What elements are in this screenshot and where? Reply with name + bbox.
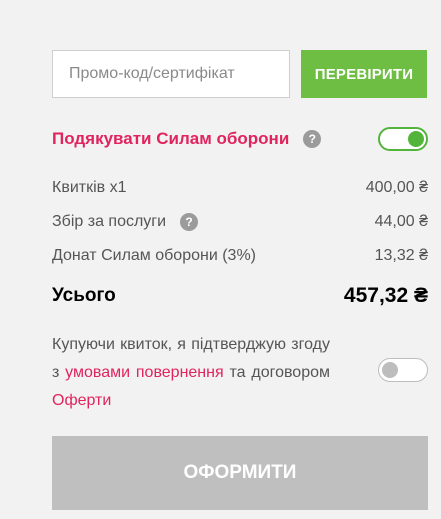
agreement-text: Купуючи квиток, я підтверджую згоду з ум… [52,331,330,415]
checkout-panel: ПЕРЕВІРИТИ Подякувати Силам оборони ? Кв… [0,0,441,519]
total-label: Усього [52,285,116,306]
toggle-knob [408,131,424,147]
help-icon[interactable]: ? [180,213,199,231]
donate-toggle[interactable] [378,127,428,151]
service-fee-amount: 44,00 ₴ [374,213,428,230]
check-promo-button[interactable]: ПЕРЕВІРИТИ [301,50,427,98]
total-amount: 457,32 ₴ [343,284,428,307]
agreement-toggle[interactable] [378,358,428,382]
tickets-amount: 400,00 ₴ [365,179,428,196]
summary-row-total: Усього 457,32 ₴ [52,284,428,308]
help-icon[interactable]: ? [303,130,322,148]
offer-link[interactable]: Оферти [52,392,111,409]
donation-amount: 13,32 ₴ [374,247,428,264]
summary-row-tickets: Квитків x1 400,00 ₴ [52,179,428,197]
service-fee-label: Збір за послуги [52,213,167,230]
promo-code-input[interactable] [52,50,290,98]
refund-terms-link[interactable]: умовами повернення [65,364,223,381]
donate-label: Подякувати Силам оборони [52,129,290,148]
agreement-text-part-2: та договором [223,364,330,381]
checkout-button[interactable]: ОФОРМИТИ [52,436,428,510]
donation-label: Донат Силам оборони (3%) [52,247,256,264]
tickets-label: Квитків x1 [52,179,127,196]
summary-row-donation: Донат Силам оборони (3%) 13,32 ₴ [52,247,428,265]
donate-row: Подякувати Силам оборони ? [52,126,428,152]
summary-row-service-fee: Збір за послуги ? 44,00 ₴ [52,213,428,231]
service-fee-group: Збір за послуги ? [52,213,199,231]
toggle-knob [382,362,398,378]
promo-row: ПЕРЕВІРИТИ [52,50,428,100]
